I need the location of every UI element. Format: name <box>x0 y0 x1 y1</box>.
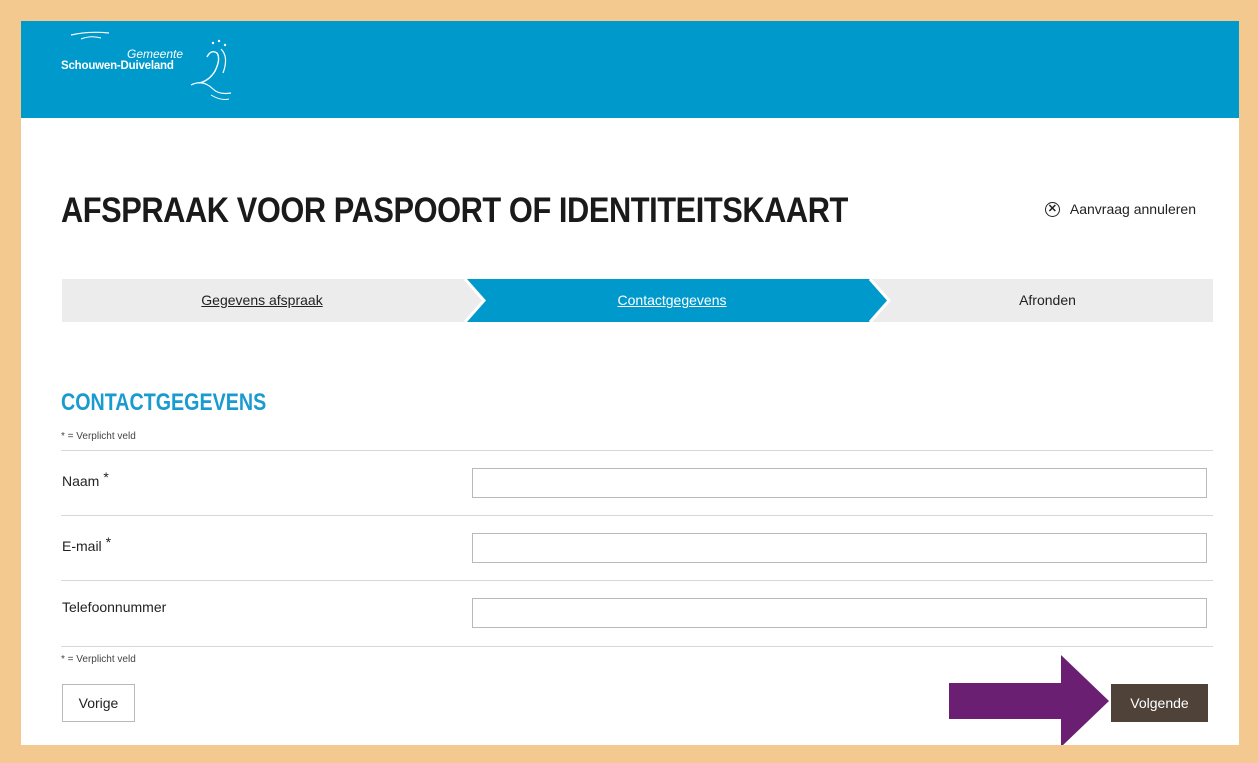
logo-text-municipality: Schouwen-Duiveland <box>61 60 174 72</box>
divider <box>61 450 1213 451</box>
email-label-text: E-mail <box>62 538 102 554</box>
phone-label-text: Telefoonnummer <box>62 599 167 615</box>
logo-text-gemeente: Gemeente <box>127 47 184 61</box>
section-title: CONTACTGEGEVENS <box>61 389 267 416</box>
site-header: Gemeente Schouwen-Duiveland <box>21 21 1239 118</box>
divider <box>61 515 1213 516</box>
divider <box>61 646 1213 647</box>
email-label: E-mail * <box>62 534 111 554</box>
step-gegevens-afspraak[interactable]: Gegevens afspraak <box>62 279 462 322</box>
progress-steps: Gegevens afspraak Contactgegevens Afrond… <box>62 279 1213 322</box>
email-input[interactable] <box>472 533 1207 563</box>
phone-input[interactable] <box>472 598 1207 628</box>
next-button[interactable]: Volgende <box>1111 684 1208 722</box>
required-star: * <box>105 534 112 550</box>
required-note-bottom: * = Verplicht veld <box>61 654 136 665</box>
right-arrow-icon <box>949 655 1109 745</box>
close-circle-icon: ✕ <box>1044 201 1060 217</box>
step-contactgegevens[interactable]: Contactgegevens <box>472 279 872 322</box>
step-afronden: Afronden <box>1019 292 1076 308</box>
required-star: * <box>103 469 109 485</box>
name-label: Naam * <box>62 469 109 489</box>
cancel-request-label: Aanvraag annuleren <box>1069 201 1196 217</box>
phone-label: Telefoonnummer <box>62 599 166 615</box>
previous-button[interactable]: Vorige <box>62 684 135 722</box>
gemeente-logo[interactable]: Gemeente Schouwen-Duiveland <box>61 29 231 109</box>
cancel-request-link[interactable]: ✕ Aanvraag annuleren <box>1044 201 1196 217</box>
page-title: AFSPRAAK VOOR PASPOORT OF IDENTITEITSKAA… <box>61 191 848 230</box>
page-frame: Gemeente Schouwen-Duiveland AFSPRAAK VOO… <box>21 21 1239 745</box>
name-label-text: Naam <box>62 473 100 489</box>
divider <box>61 580 1213 581</box>
name-input[interactable] <box>472 468 1207 498</box>
required-note-top: * = Verplicht veld <box>61 431 136 442</box>
